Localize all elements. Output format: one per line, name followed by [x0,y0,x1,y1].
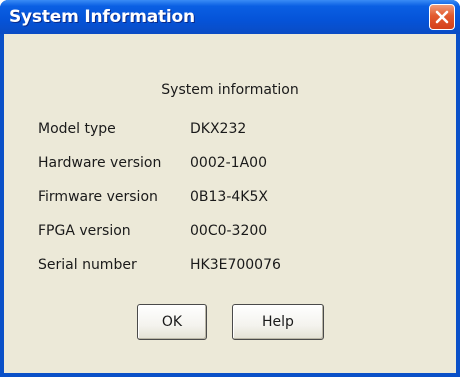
help-button[interactable]: Help [232,304,324,340]
system-information-window: System Information System information Mo… [0,0,460,377]
serial-number-value: HK3E700076 [190,257,281,273]
window-title: System Information [9,7,195,27]
close-button[interactable] [429,4,455,30]
section-heading: System information [161,82,299,98]
hardware-version-value: 0002-1A00 [190,155,267,171]
model-type-label: Model type [38,121,116,137]
dialog-body: System information Model type DKX232 Har… [4,34,456,377]
hardware-version-label: Hardware version [38,155,162,171]
serial-number-label: Serial number [38,257,137,273]
ok-button[interactable]: OK [137,304,207,340]
model-type-value: DKX232 [190,121,247,137]
title-bar[interactable]: System Information [0,0,460,34]
close-icon [435,10,449,24]
fpga-version-value: 00C0-3200 [190,223,268,239]
firmware-version-value: 0B13-4K5X [190,189,268,205]
firmware-version-label: Firmware version [38,189,158,205]
fpga-version-label: FPGA version [38,223,131,239]
